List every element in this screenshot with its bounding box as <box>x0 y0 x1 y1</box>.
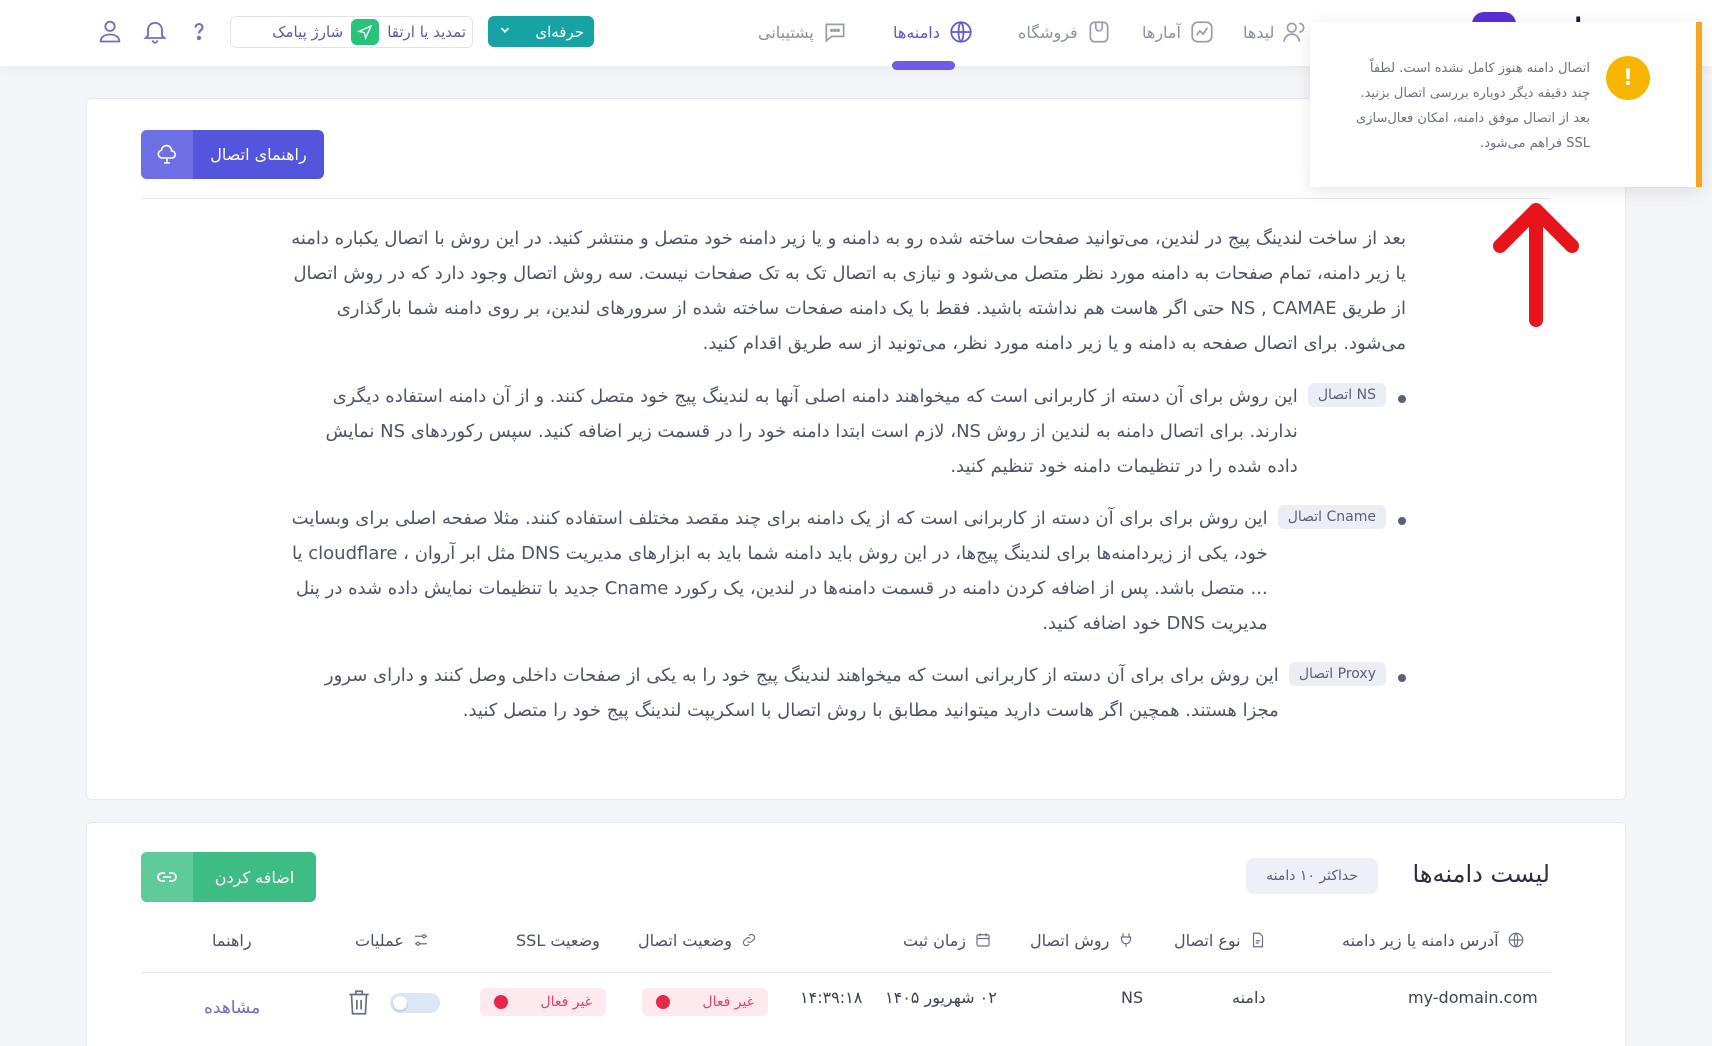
toast-message: اتصال دامنه هنوز کامل نشده است. لطفاً چن… <box>1356 61 1590 151</box>
method-cname-tag: اتصال Cname <box>1277 505 1386 529</box>
nav-active-indicator <box>892 61 955 70</box>
col-time-label: زمان ثبت <box>903 930 966 950</box>
cloud-icon <box>141 130 193 179</box>
method-proxy-tag: اتصال Proxy <box>1288 662 1386 686</box>
sms-icon[interactable] <box>351 19 380 45</box>
link-icon <box>141 852 193 902</box>
domains-list-title: لیست دامنه‌ها <box>1412 860 1550 888</box>
col-address: آدرس دامنه یا زیر دامنه <box>1342 928 1525 952</box>
nav-domains[interactable]: دامنه‌ها <box>893 17 974 47</box>
add-domain-label: اضافه کردن <box>214 867 295 887</box>
col-type-label: نوع اتصال <box>1174 930 1241 950</box>
connection-guide-label: راهنمای اتصال <box>210 145 307 164</box>
bullet-dot <box>1398 517 1406 525</box>
red-arrow-annotation-icon <box>1493 203 1579 327</box>
bell-icon[interactable] <box>140 16 170 46</box>
globe-icon <box>950 21 972 43</box>
chat-icon <box>825 23 845 43</box>
method-cname-text: این روش برای برای آن دسته از کاربرانی اس… <box>291 508 1268 634</box>
col-method-label: روش اتصال <box>1030 930 1110 950</box>
plan-dropdown[interactable]: حرفه‌ای <box>488 16 594 47</box>
toggle-knob <box>393 996 407 1010</box>
row-conn-status-badge: غیر فعال <box>642 988 768 1016</box>
method-cname: اتصال Cname این روش برای برای آن دسته از… <box>286 501 1406 641</box>
connection-methods-list: اتصال NS این روش برای آن دسته از کاربران… <box>286 379 1406 745</box>
user-icon[interactable] <box>95 16 125 46</box>
nav-stats[interactable]: آمارها <box>1142 17 1215 47</box>
nav-stats-label: آمارها <box>1142 22 1181 42</box>
method-proxy: اتصال Proxy این روش برای برای آن دسته از… <box>286 658 1406 728</box>
row-method: NS <box>1121 988 1144 1007</box>
col-type: نوع اتصال <box>1174 928 1267 952</box>
conn-status-text: غیر فعال <box>702 994 754 1010</box>
add-domain-button[interactable]: اضافه کردن <box>141 852 316 902</box>
col-method: روش اتصال <box>1030 928 1135 952</box>
globe-icon <box>1508 932 1523 948</box>
col-ops: عملیات <box>355 928 430 952</box>
nav-leads[interactable]: لیدها <box>1243 17 1308 47</box>
col-time: زمان ثبت <box>903 928 992 952</box>
plan-label: حرفه‌ای <box>535 22 584 41</box>
connection-guide-button[interactable]: راهنمای اتصال <box>141 130 324 179</box>
col-ops-label: عملیات <box>355 930 404 950</box>
shop-icon <box>1089 21 1109 43</box>
document-icon <box>1252 932 1263 948</box>
calendar-icon <box>976 933 990 947</box>
bullet-dot <box>1398 395 1406 403</box>
chart-icon <box>1191 21 1213 43</box>
row-type: دامنه <box>1232 988 1266 1007</box>
users-icon <box>1283 22 1305 42</box>
nav-shop[interactable]: فروشگاه <box>1018 17 1112 47</box>
col-ssl-status: وضعیت SSL <box>516 928 600 952</box>
ssl-status-text: غیر فعال <box>540 994 592 1010</box>
nav-support[interactable]: پشتیبانی <box>758 17 848 47</box>
link-status-icon <box>742 933 756 947</box>
upgrade-link[interactable]: تمدید یا ارتقا <box>387 23 466 41</box>
status-dot <box>494 995 508 1009</box>
nav-shop-label: فروشگاه <box>1018 22 1078 42</box>
col-conn-status-label: وضعیت اتصال <box>638 930 732 950</box>
plug-icon <box>1121 933 1132 947</box>
row-address: my-domain.com <box>1408 988 1538 1007</box>
method-ns: اتصال NS این روش برای آن دسته از کاربران… <box>286 379 1406 484</box>
max-domains-badge: حداکثر ۱۰ دامنه <box>1246 858 1378 894</box>
col-address-label: آدرس دامنه یا زیر دامنه <box>1342 930 1499 950</box>
method-proxy-text: این روش برای برای آن دسته از کاربرانی اس… <box>324 665 1279 721</box>
method-ns-tag: اتصال NS <box>1307 383 1386 407</box>
trash-icon[interactable] <box>346 987 372 1017</box>
col-help-label: راهنما <box>212 930 252 950</box>
view-guide-link[interactable]: مشاهده <box>204 998 260 1018</box>
guide-divider <box>141 198 1551 199</box>
sliders-icon <box>414 934 427 946</box>
nav-domains-label: دامنه‌ها <box>893 22 940 42</box>
nav-support-label: پشتیبانی <box>758 22 814 42</box>
status-dot <box>656 995 670 1009</box>
table-header-divider <box>141 972 1551 973</box>
nav-leads-label: لیدها <box>1243 22 1275 42</box>
upgrade-sms-box: تمدید یا ارتقا شارژ پیامک <box>230 16 473 48</box>
sms-charge-link[interactable]: شارژ پیامک <box>272 23 343 41</box>
domain-active-toggle[interactable] <box>390 993 440 1013</box>
bullet-dot <box>1398 674 1406 682</box>
col-conn-status: وضعیت اتصال <box>638 928 758 952</box>
warning-toast: ! اتصال دامنه هنوز کامل نشده است. لطفاً … <box>1310 22 1702 187</box>
method-ns-text: این روش برای آن دسته از کاربرانی است که … <box>325 386 1298 477</box>
row-date: ۰۲ شهریور ۱۴۰۵ <box>885 988 997 1007</box>
row-ssl-status-badge: غیر فعال <box>480 988 606 1016</box>
guide-intro-text: بعد از ساخت لندینگ پیج در لندین، می‌توان… <box>291 228 1406 354</box>
col-help: راهنما <box>212 928 252 952</box>
col-ssl-status-label: وضعیت SSL <box>516 930 600 950</box>
warning-icon: ! <box>1606 56 1650 100</box>
chevron-down-icon <box>498 23 512 41</box>
row-time: ۱۴:۳۹:۱۸ <box>800 988 863 1007</box>
help-icon[interactable] <box>184 16 214 46</box>
